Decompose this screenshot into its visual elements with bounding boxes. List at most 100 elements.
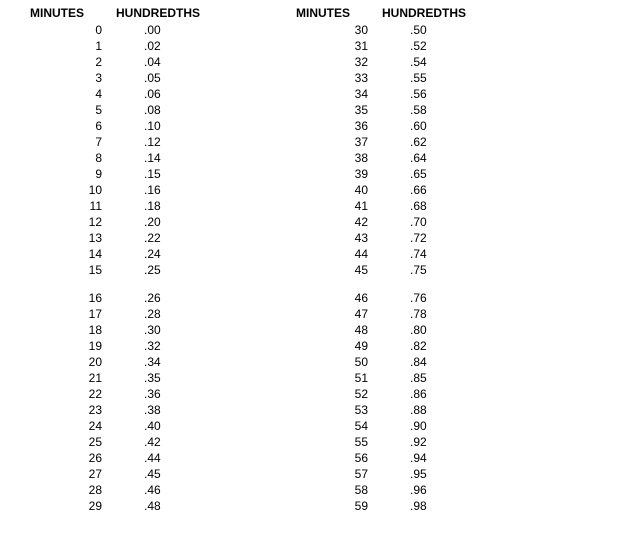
hundredths-cell: .82 — [376, 338, 496, 354]
minutes-cell: 10 — [30, 182, 110, 198]
minutes-cell: 18 — [30, 322, 110, 338]
hundredths-cell: .35 — [110, 370, 230, 386]
hundredths-cell: .50 — [376, 22, 496, 38]
table-row: 16.26 — [30, 290, 236, 306]
table-row: 10.16 — [30, 182, 236, 198]
table-row: 59.98 — [296, 498, 502, 514]
hundredths-cell: .54 — [376, 54, 496, 70]
table-row: 4.06 — [30, 86, 236, 102]
table-row: 23.38 — [30, 402, 236, 418]
minutes-cell: 36 — [296, 118, 376, 134]
hundredths-cell: .10 — [110, 118, 230, 134]
table-row: 14.24 — [30, 246, 236, 262]
conversion-table: MINUTES HUNDREDTHS 0.001.022.043.054.065… — [0, 0, 627, 514]
hundredths-cell: .55 — [376, 70, 496, 86]
table-row: 35.58 — [296, 102, 502, 118]
minutes-cell: 8 — [30, 150, 110, 166]
minutes-cell: 26 — [30, 450, 110, 466]
table-row: 8.14 — [30, 150, 236, 166]
minutes-cell: 46 — [296, 290, 376, 306]
hundredths-cell: .68 — [376, 198, 496, 214]
hundredths-cell: .24 — [110, 246, 230, 262]
minutes-cell: 24 — [30, 418, 110, 434]
minutes-cell: 31 — [296, 38, 376, 54]
minutes-cell: 54 — [296, 418, 376, 434]
table-row: 28.46 — [30, 482, 236, 498]
hundredths-cell: .00 — [110, 22, 230, 38]
hundredths-cell: .65 — [376, 166, 496, 182]
minutes-cell: 53 — [296, 402, 376, 418]
hundredths-cell: .16 — [110, 182, 230, 198]
hundredths-cell: .32 — [110, 338, 230, 354]
minutes-cell: 39 — [296, 166, 376, 182]
hundredths-cell: .80 — [376, 322, 496, 338]
hundredths-cell: .08 — [110, 102, 230, 118]
table-row: 25.42 — [30, 434, 236, 450]
row-gap — [296, 278, 502, 290]
hundredths-cell: .85 — [376, 370, 496, 386]
header-hundredths: HUNDREDTHS — [376, 6, 502, 20]
table-row: 45.75 — [296, 262, 502, 278]
table-row: 13.22 — [30, 230, 236, 246]
table-row: 11.18 — [30, 198, 236, 214]
minutes-cell: 43 — [296, 230, 376, 246]
table-row: 7.12 — [30, 134, 236, 150]
minutes-cell: 49 — [296, 338, 376, 354]
minutes-cell: 55 — [296, 434, 376, 450]
hundredths-cell: .88 — [376, 402, 496, 418]
table-row: 24.40 — [30, 418, 236, 434]
table-row: 31.52 — [296, 38, 502, 54]
table-row: 15.25 — [30, 262, 236, 278]
hundredths-cell: .44 — [110, 450, 230, 466]
hundredths-cell: .78 — [376, 306, 496, 322]
hundredths-cell: .56 — [376, 86, 496, 102]
header-minutes: MINUTES — [30, 6, 110, 20]
hundredths-cell: .34 — [110, 354, 230, 370]
table-row: 40.66 — [296, 182, 502, 198]
table-row: 48.80 — [296, 322, 502, 338]
table-row: 44.74 — [296, 246, 502, 262]
table-row: 18.30 — [30, 322, 236, 338]
minutes-cell: 17 — [30, 306, 110, 322]
minutes-cell: 15 — [30, 262, 110, 278]
minutes-cell: 2 — [30, 54, 110, 70]
minutes-cell: 6 — [30, 118, 110, 134]
minutes-cell: 29 — [30, 498, 110, 514]
minutes-cell: 34 — [296, 86, 376, 102]
hundredths-cell: .14 — [110, 150, 230, 166]
table-row: 5.08 — [30, 102, 236, 118]
table-row: 26.44 — [30, 450, 236, 466]
hundredths-cell: .94 — [376, 450, 496, 466]
table-row: 58.96 — [296, 482, 502, 498]
hundredths-cell: .28 — [110, 306, 230, 322]
table-row: 0.00 — [30, 22, 236, 38]
minutes-cell: 38 — [296, 150, 376, 166]
hundredths-cell: .66 — [376, 182, 496, 198]
hundredths-cell: .86 — [376, 386, 496, 402]
hundredths-cell: .40 — [110, 418, 230, 434]
right-column: MINUTES HUNDREDTHS 30.5031.5232.5433.553… — [296, 6, 502, 514]
table-row: 1.02 — [30, 38, 236, 54]
hundredths-cell: .30 — [110, 322, 230, 338]
hundredths-cell: .04 — [110, 54, 230, 70]
minutes-cell: 12 — [30, 214, 110, 230]
minutes-cell: 21 — [30, 370, 110, 386]
minutes-cell: 0 — [30, 22, 110, 38]
left-column: MINUTES HUNDREDTHS 0.001.022.043.054.065… — [30, 6, 236, 514]
minutes-cell: 41 — [296, 198, 376, 214]
hundredths-cell: .12 — [110, 134, 230, 150]
table-row: 34.56 — [296, 86, 502, 102]
table-row: 53.88 — [296, 402, 502, 418]
table-row: 17.28 — [30, 306, 236, 322]
minutes-cell: 19 — [30, 338, 110, 354]
minutes-cell: 47 — [296, 306, 376, 322]
table-row: 19.32 — [30, 338, 236, 354]
table-row: 32.54 — [296, 54, 502, 70]
minutes-cell: 11 — [30, 198, 110, 214]
hundredths-cell: .72 — [376, 230, 496, 246]
table-row: 27.45 — [30, 466, 236, 482]
table-row: 29.48 — [30, 498, 236, 514]
minutes-cell: 22 — [30, 386, 110, 402]
table-row: 21.35 — [30, 370, 236, 386]
minutes-cell: 35 — [296, 102, 376, 118]
